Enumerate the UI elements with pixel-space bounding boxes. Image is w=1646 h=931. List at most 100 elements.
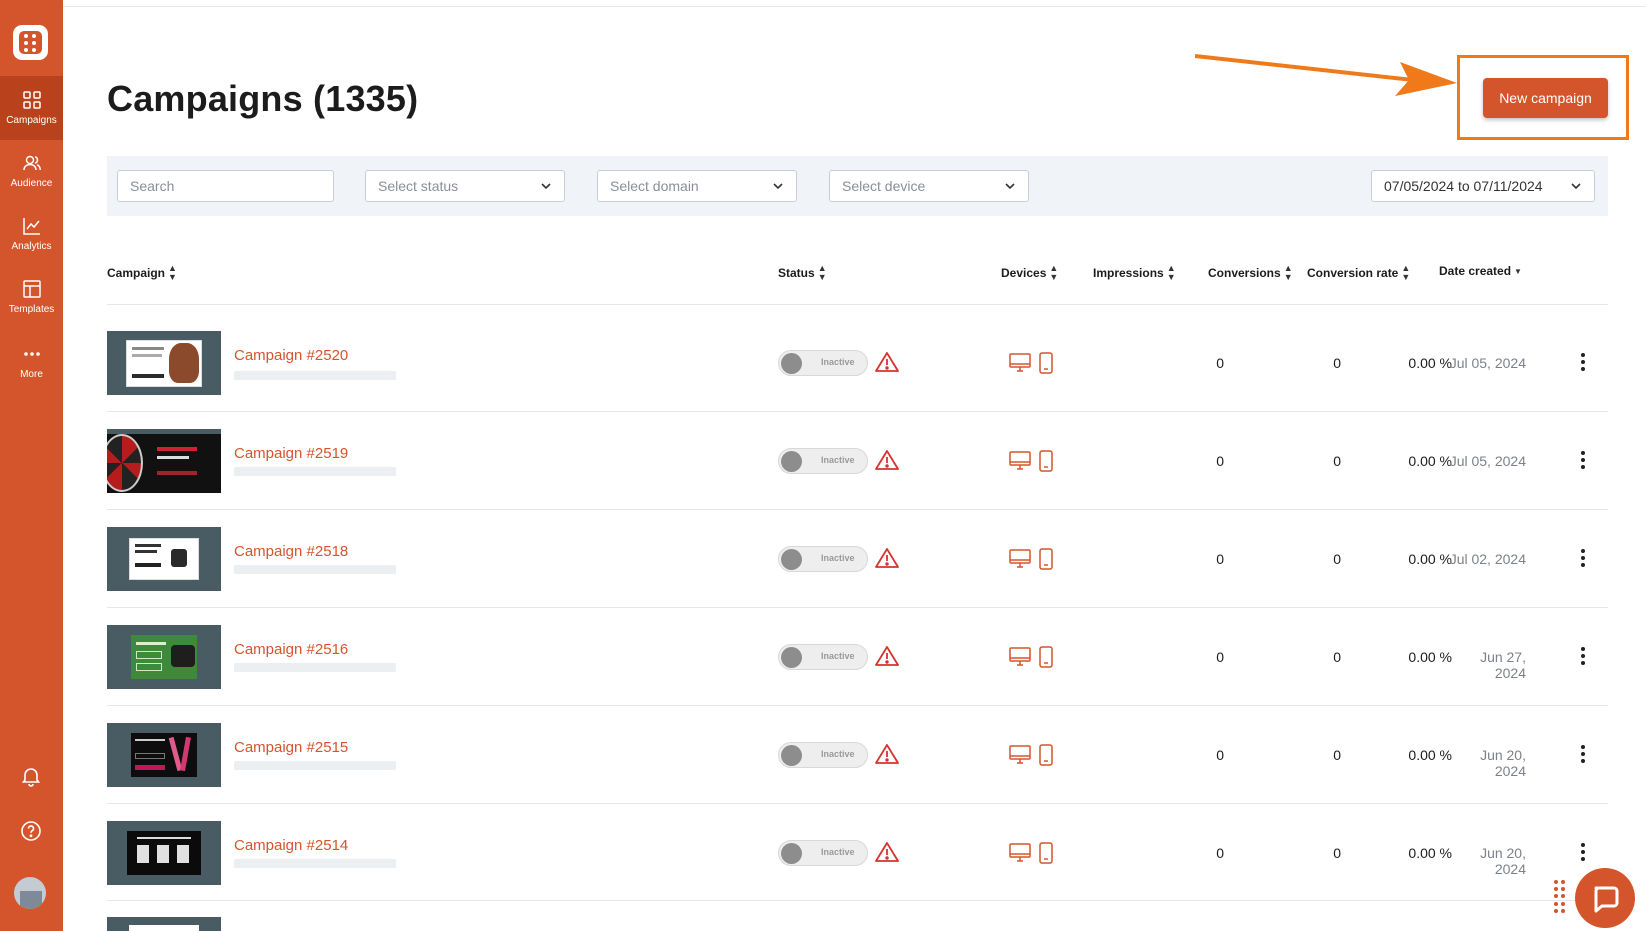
sidebar-item-templates[interactable]: Templates (0, 265, 63, 329)
sidebar-item-analytics[interactable]: Analytics (0, 202, 63, 266)
status-toggle-label: Inactive (821, 651, 855, 661)
campaign-name-link[interactable]: Campaign #2516 (234, 641, 348, 658)
column-header-campaign[interactable]: Campaign ▲ ▼ (107, 264, 177, 282)
campaign-thumbnail[interactable] (107, 331, 221, 395)
warning-icon[interactable] (875, 743, 899, 765)
campaign-subtitle-redacted (234, 859, 396, 868)
status-select-label: Select status (378, 178, 459, 194)
top-border (0, 0, 1646, 7)
row-actions-menu-icon[interactable] (1577, 351, 1589, 373)
warning-icon[interactable] (875, 547, 899, 569)
layout-icon (22, 280, 41, 298)
search-input[interactable]: Search (117, 170, 334, 202)
bell-icon[interactable] (20, 765, 42, 787)
column-header-status[interactable]: Status ▲ ▼ (778, 264, 827, 282)
conversion-rate-value: 0.00 % (1408, 551, 1452, 567)
search-placeholder: Search (130, 178, 175, 194)
status-toggle[interactable]: Inactive (778, 644, 868, 670)
warning-icon[interactable] (875, 841, 899, 863)
device-select[interactable]: Select device (829, 170, 1029, 202)
date-range-picker[interactable]: 07/05/2024 to 07/11/2024 (1371, 170, 1595, 202)
column-header-devices[interactable]: Devices ▲ ▼ (1001, 264, 1058, 282)
chevron-down-icon (541, 183, 551, 190)
status-select[interactable]: Select status (365, 170, 565, 202)
campaign-name-link[interactable]: Campaign #2514 (234, 837, 348, 854)
column-header-conversions[interactable]: Conversions ▲ ▼ (1208, 264, 1293, 282)
date-created-value: Jul 05, 2024 (1449, 355, 1526, 371)
campaign-thumbnail[interactable] (107, 821, 221, 885)
status-toggle-label: Inactive (821, 553, 855, 563)
impressions-value: 0 (1216, 649, 1224, 665)
warning-icon[interactable] (875, 449, 899, 471)
date-created-value: Jun 20, 2024 (1480, 747, 1526, 779)
sort-icon: ▲ ▼ (1166, 263, 1176, 282)
campaign-name-link[interactable]: Campaign #2518 (234, 543, 348, 560)
impressions-value: 0 (1216, 355, 1224, 371)
status-toggle[interactable]: Inactive (778, 350, 868, 376)
status-toggle[interactable]: Inactive (778, 546, 868, 572)
conversions-value: 0 (1333, 845, 1341, 861)
sidebar-item-label: Audience (10, 178, 53, 189)
desktop-icon (1009, 647, 1031, 666)
sidebar-item-audience[interactable]: Audience (0, 139, 63, 203)
campaign-name-link[interactable]: Campaign #2520 (234, 347, 348, 364)
row-actions-menu-icon[interactable] (1577, 547, 1589, 569)
status-toggle[interactable]: Inactive (778, 448, 868, 474)
sort-desc-icon: ▼ (1514, 266, 1522, 276)
table-row: Campaign #2518 Inactive 0 0 0.00 % Jul 0… (107, 503, 1608, 600)
device-select-label: Select device (842, 178, 926, 194)
campaign-name-link[interactable]: Campaign #2515 (234, 739, 348, 756)
column-header-date-created[interactable]: Date created ▼ (1439, 264, 1522, 278)
row-actions-menu-icon[interactable] (1577, 645, 1589, 667)
sidebar-item-more[interactable]: More (0, 330, 63, 394)
desktop-icon (1009, 549, 1031, 568)
help-icon[interactable] (20, 820, 42, 842)
date-created-value: Jun 27, 2024 (1480, 649, 1526, 681)
campaign-thumbnail[interactable] (107, 429, 221, 493)
impressions-value: 0 (1216, 551, 1224, 567)
impressions-value: 0 (1216, 453, 1224, 469)
conversions-value: 0 (1333, 355, 1341, 371)
chat-drag-handle-icon[interactable] (1554, 880, 1566, 914)
row-actions-menu-icon[interactable] (1577, 841, 1589, 863)
annotation-arrow (1195, 54, 1457, 96)
campaign-name-link[interactable]: Campaign #2519 (234, 445, 348, 462)
sidebar-item-campaigns[interactable]: Campaigns (0, 76, 63, 140)
status-toggle[interactable]: Inactive (778, 840, 868, 866)
campaign-subtitle-redacted (234, 565, 396, 574)
campaign-thumbnail[interactable] (107, 625, 221, 689)
warning-icon[interactable] (875, 645, 899, 667)
row-actions-menu-icon[interactable] (1577, 449, 1589, 471)
campaign-subtitle-redacted (234, 371, 396, 380)
app-logo[interactable] (13, 25, 48, 60)
column-header-conversion-rate[interactable]: Conversion rate ▲ ▼ (1307, 264, 1410, 282)
sort-icon: ▲ ▼ (1283, 263, 1293, 282)
warning-icon[interactable] (875, 351, 899, 373)
new-campaign-button[interactable]: New campaign (1483, 78, 1608, 118)
campaign-thumbnail[interactable] (107, 723, 221, 787)
impressions-value: 0 (1216, 845, 1224, 861)
chevron-down-icon (1571, 183, 1581, 190)
sidebar-item-label: Campaigns (6, 115, 57, 126)
chart-icon (22, 218, 40, 235)
column-header-impressions[interactable]: Impressions ▲ ▼ (1093, 264, 1176, 282)
campaign-thumbnail[interactable] (107, 917, 221, 931)
table-row: Campaign #2519 Inactive 0 0 0.00 % Jul 0… (107, 405, 1608, 502)
column-header-label: Conversions (1208, 266, 1281, 280)
status-toggle-label: Inactive (821, 847, 855, 857)
row-actions-menu-icon[interactable] (1577, 743, 1589, 765)
domain-select[interactable]: Select domain (597, 170, 797, 202)
chat-button[interactable] (1575, 868, 1635, 928)
impressions-value: 0 (1216, 747, 1224, 763)
date-created-value: Jul 05, 2024 (1449, 453, 1526, 469)
more-icon (23, 352, 40, 356)
conversions-value: 0 (1333, 649, 1341, 665)
column-header-label: Devices (1001, 266, 1047, 280)
table-row: Campaign #2520 Inactive 0 0 0.00 % Jul 0… (107, 307, 1608, 404)
mobile-icon (1039, 352, 1053, 374)
campaign-thumbnail[interactable] (107, 527, 221, 591)
avatar[interactable] (14, 877, 46, 909)
status-toggle[interactable]: Inactive (778, 742, 868, 768)
users-icon (22, 155, 41, 171)
conversion-rate-value: 0.00 % (1408, 355, 1452, 371)
